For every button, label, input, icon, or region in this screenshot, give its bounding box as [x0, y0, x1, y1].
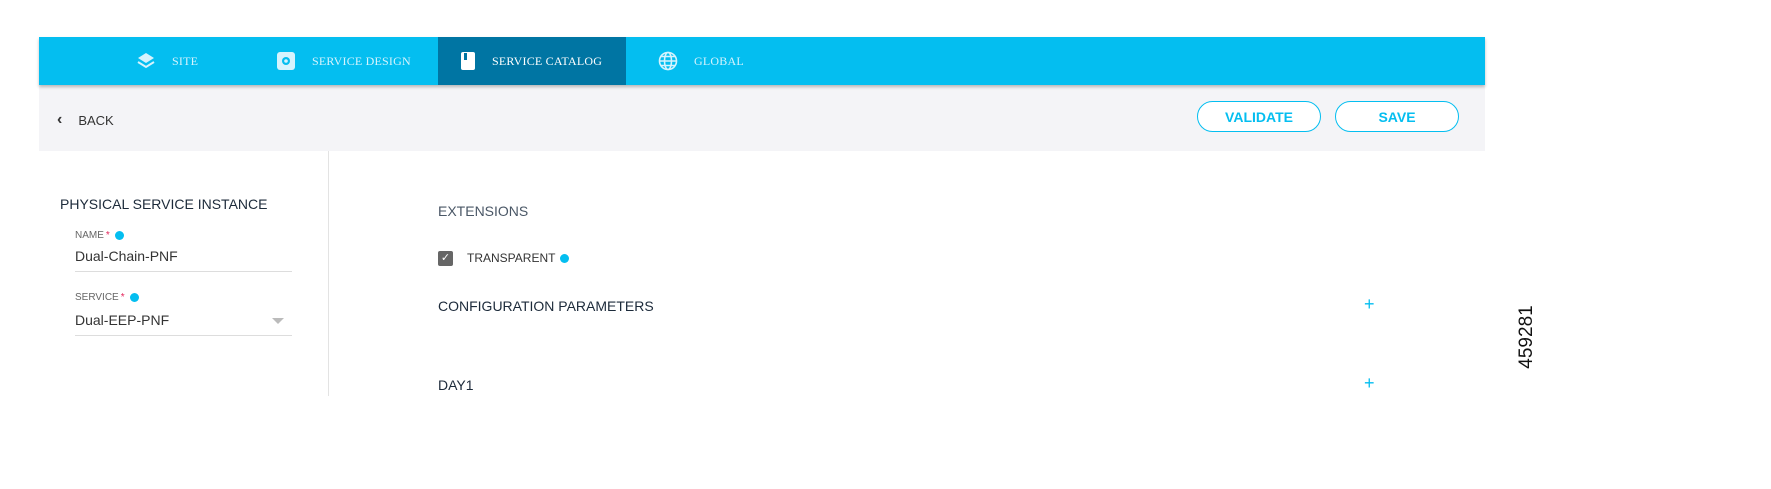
expand-day1-icon[interactable]: + — [1364, 373, 1375, 394]
globe-icon — [658, 51, 678, 71]
name-input[interactable]: Dual-Chain-PNF — [75, 248, 292, 272]
book-icon — [461, 52, 475, 70]
info-icon — [560, 253, 570, 263]
gear-icon — [277, 52, 295, 70]
tab-global[interactable]: GLOBAL — [658, 37, 778, 85]
service-label: SERVICE * — [75, 292, 139, 303]
top-nav: SITE SERVICE DESIGN SERVICE CATALOG GLOB… — [39, 37, 1485, 85]
transparent-checkbox[interactable]: ✓ — [438, 251, 453, 266]
day1-title: DAY1 — [438, 377, 474, 393]
config-params-title: CONFIGURATION PARAMETERS — [438, 298, 654, 314]
tab-service-catalog[interactable]: SERVICE CATALOG — [438, 37, 626, 85]
validate-button[interactable]: VALIDATE — [1197, 101, 1321, 132]
toolbar: ‹ BACK VALIDATE SAVE — [39, 85, 1485, 151]
info-icon — [129, 293, 139, 302]
tab-site[interactable]: SITE — [136, 37, 236, 85]
figure-id: 459281 — [1516, 305, 1537, 369]
back-button[interactable]: ‹ BACK — [57, 111, 114, 129]
tab-service-design[interactable]: SERVICE DESIGN — [276, 37, 436, 85]
layers-icon — [137, 53, 155, 69]
expand-config-icon[interactable]: + — [1364, 294, 1375, 315]
save-button[interactable]: SAVE — [1335, 101, 1459, 132]
panel-divider — [328, 151, 329, 396]
chevron-down-icon — [272, 318, 284, 324]
transparent-label: TRANSPARENT — [467, 251, 570, 265]
extensions-title: EXTENSIONS — [438, 203, 529, 219]
chevron-left-icon: ‹ — [57, 111, 63, 128]
name-label: NAME * — [75, 230, 124, 241]
section-title: PHYSICAL SERVICE INSTANCE — [60, 196, 268, 212]
service-select[interactable]: Dual-EEP-PNF — [75, 312, 292, 336]
info-icon — [114, 231, 124, 240]
